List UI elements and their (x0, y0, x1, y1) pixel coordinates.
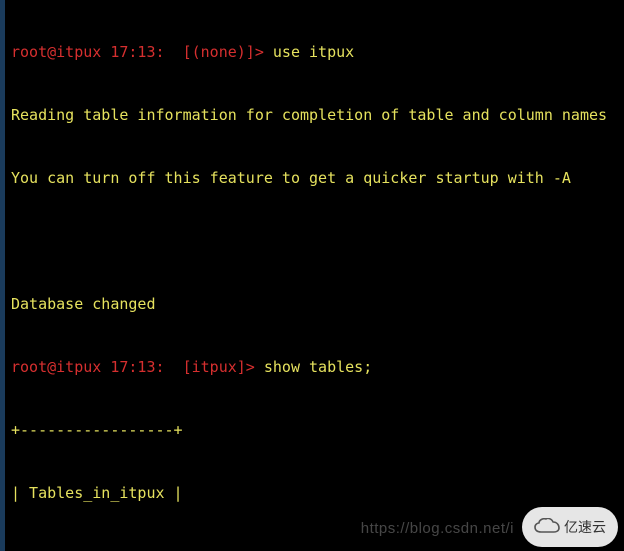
prompt-prefix: root@itpux 17:13: [itpux]> (11, 358, 264, 376)
watermark-logo-text: 亿速云 (564, 517, 606, 538)
output-line: Reading table information for completion… (11, 105, 618, 126)
table-border: +-----------------+ (11, 420, 618, 441)
output-line: You can turn off this feature to get a q… (11, 168, 618, 189)
terminal-window[interactable]: root@itpux 17:13: [(none)]> use itpux Re… (0, 0, 624, 551)
command-text: show tables; (264, 358, 372, 376)
watermark-logo: 亿速云 (522, 507, 618, 547)
output-line: Database changed (11, 294, 618, 315)
command-text: use itpux (273, 43, 354, 61)
table-header: | Tables_in_itpux | (11, 483, 618, 504)
table-border: +-----------------+ (11, 546, 618, 551)
cloud-icon (534, 518, 560, 536)
watermark-url: https://blog.csdn.net/i (361, 518, 514, 539)
prompt-prefix: root@itpux 17:13: [(none)]> (11, 43, 273, 61)
prompt-line-1: root@itpux 17:13: [(none)]> use itpux (11, 42, 618, 63)
blank-line (11, 231, 618, 252)
prompt-line-2: root@itpux 17:13: [itpux]> show tables; (11, 357, 618, 378)
